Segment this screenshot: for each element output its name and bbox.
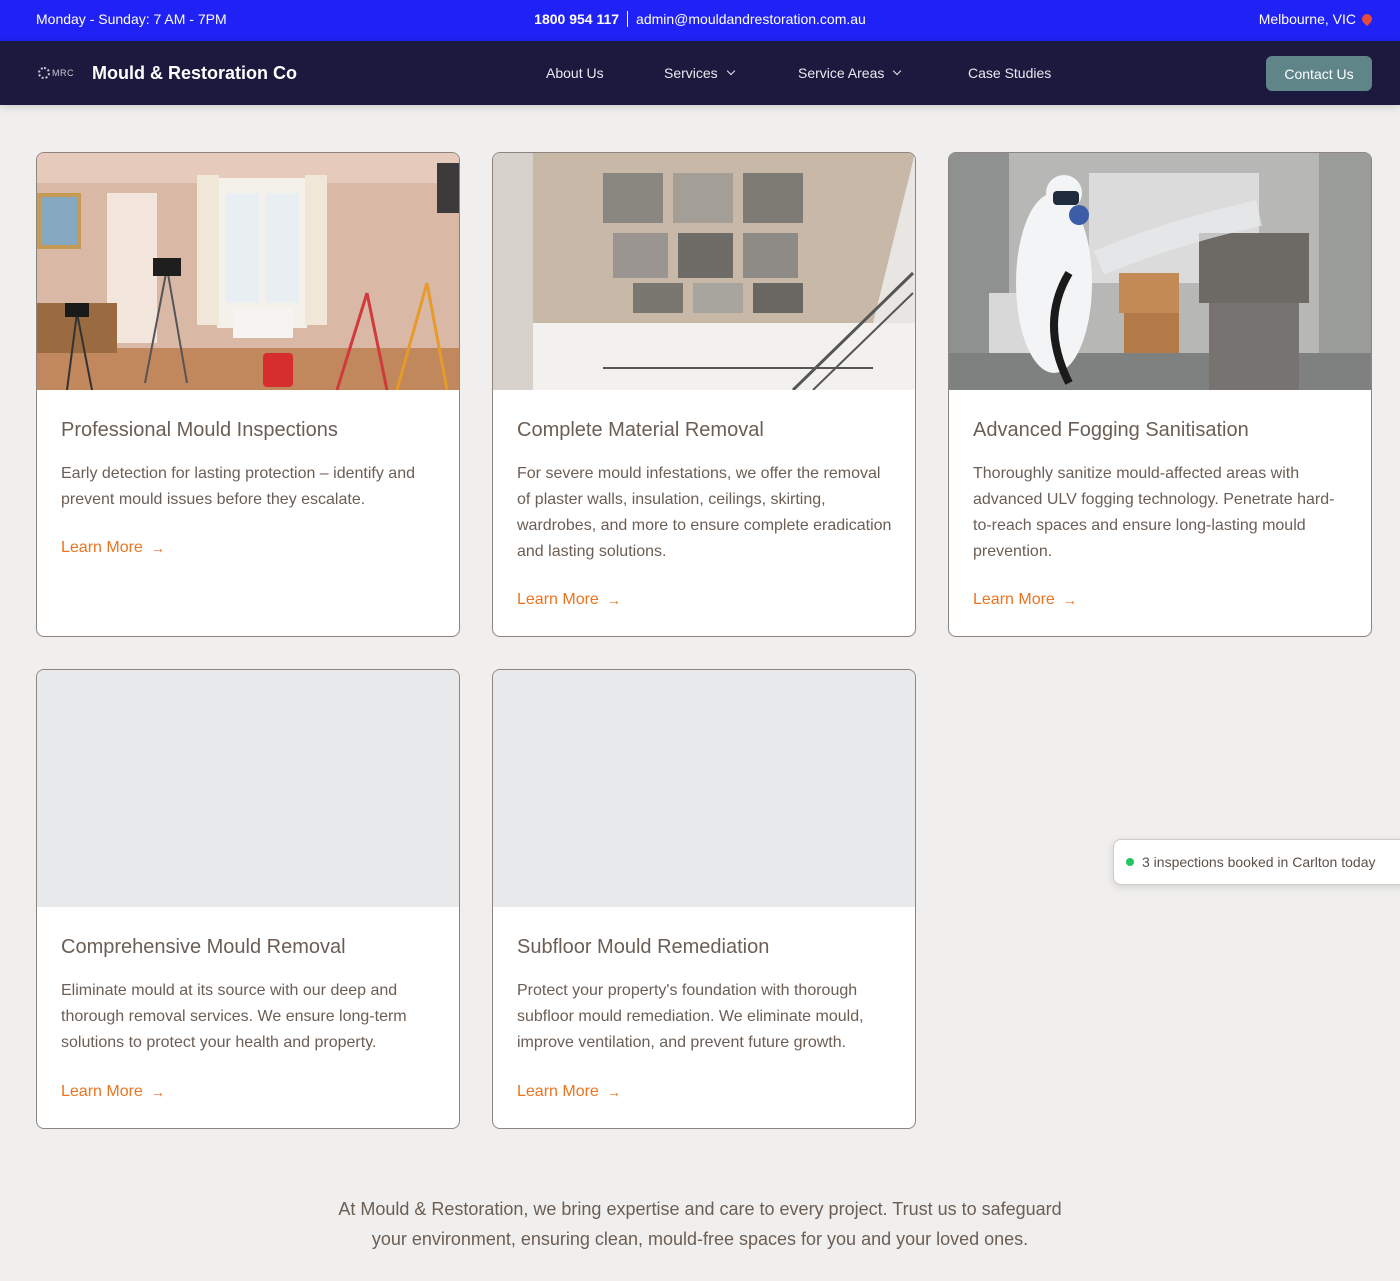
- map-pin-icon: [1359, 11, 1375, 27]
- booking-notification[interactable]: 3 inspections booked in Carlton today: [1113, 839, 1400, 885]
- inspection-room-image: [37, 153, 459, 390]
- closing-statement: At Mould & Restoration, we bring experti…: [338, 1199, 1062, 1249]
- service-card-subfloor: Subfloor Mould Remediation Protect your …: [492, 669, 916, 1129]
- top-info-bar: Monday - Sunday: 7 AM - 7PM 1800 954 117…: [0, 0, 1400, 41]
- learn-more-link[interactable]: Learn More →: [973, 591, 1077, 609]
- arrow-right-icon: →: [150, 1084, 165, 1100]
- nav-case-studies[interactable]: Case Studies: [968, 65, 1051, 81]
- nav-services[interactable]: Services: [664, 65, 735, 81]
- chevron-down-icon: [893, 66, 902, 76]
- card-title: Comprehensive Mould Removal: [61, 936, 346, 958]
- nav-service-areas[interactable]: Service Areas: [798, 65, 902, 81]
- arrow-right-icon: →: [606, 592, 621, 608]
- card-description: Eliminate mould at its source with our d…: [61, 982, 407, 1051]
- card-description: Early detection for lasting protection –…: [61, 465, 415, 508]
- email-link[interactable]: admin@mouldandrestoration.com.au: [636, 11, 866, 27]
- service-card-material-removal: Complete Material Removal For severe mou…: [492, 152, 916, 637]
- phone-link[interactable]: 1800 954 117: [534, 11, 619, 27]
- status-dot-icon: [1126, 858, 1134, 866]
- fogging-technician-image: [949, 153, 1371, 390]
- service-card-mould-removal: Comprehensive Mould Removal Eliminate mo…: [36, 669, 460, 1129]
- card-title: Complete Material Removal: [517, 419, 764, 441]
- nav-about-us[interactable]: About Us: [546, 65, 604, 81]
- logo-icon[interactable]: MRC: [38, 67, 78, 79]
- nav-label: Case Studies: [968, 65, 1052, 81]
- location-label: Melbourne, VIC: [1258, 11, 1356, 27]
- arrow-right-icon: →: [606, 1084, 621, 1100]
- main-navigation: MRC Mould & Restoration Co About Us Serv…: [0, 41, 1400, 105]
- learn-more-link[interactable]: Learn More →: [517, 1083, 621, 1101]
- divider: [627, 11, 629, 27]
- nav-label: About Us: [546, 65, 604, 81]
- learn-more-link[interactable]: Learn More →: [61, 539, 165, 557]
- card-description: Thoroughly sanitize mould-affected areas…: [973, 465, 1335, 560]
- ceiling-removal-image: [493, 153, 915, 390]
- service-card-fogging: Advanced Fogging Sanitisation Thoroughly…: [948, 152, 1372, 637]
- learn-more-link[interactable]: Learn More →: [517, 591, 621, 609]
- card-title: Advanced Fogging Sanitisation: [973, 419, 1249, 441]
- image-placeholder: [493, 670, 915, 907]
- logo-text: MRC: [52, 68, 74, 78]
- link-label: Learn More: [517, 591, 599, 608]
- link-label: Learn More: [973, 591, 1055, 608]
- link-label: Learn More: [61, 1083, 143, 1100]
- arrow-right-icon: →: [150, 540, 165, 556]
- nav-label: Services: [664, 65, 718, 81]
- logo-ring: [38, 67, 50, 79]
- image-placeholder: [37, 670, 459, 907]
- arrow-right-icon: →: [1062, 592, 1077, 608]
- notification-text: 3 inspections booked in Carlton today: [1142, 854, 1376, 870]
- contact-info: 1800 954 117 admin@mouldandrestoration.co…: [0, 11, 1400, 27]
- brand-name[interactable]: Mould & Restoration Co: [92, 63, 297, 84]
- nav-label: Service Areas: [798, 65, 885, 81]
- link-label: Learn More: [517, 1083, 599, 1100]
- link-label: Learn More: [61, 539, 143, 556]
- contact-us-button[interactable]: Contact Us: [1266, 56, 1372, 91]
- card-title: Subfloor Mould Remediation: [517, 936, 770, 958]
- location: Melbourne, VIC: [1258, 11, 1375, 27]
- card-description: Protect your property's foundation with …: [517, 982, 864, 1051]
- card-title: Professional Mould Inspections: [61, 419, 338, 441]
- learn-more-link[interactable]: Learn More →: [61, 1083, 165, 1101]
- card-description: For severe mould infestations, we offer …: [517, 465, 892, 560]
- service-card-inspections: Professional Mould Inspections Early det…: [36, 152, 460, 637]
- chevron-down-icon: [726, 66, 735, 76]
